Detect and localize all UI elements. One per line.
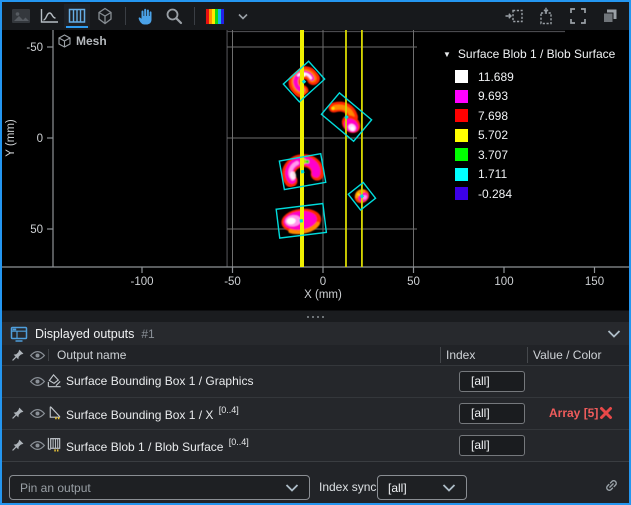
table-row: Surface Bounding Box 1 / Graphics [all] [2, 366, 629, 397]
index-input[interactable]: [all] [459, 403, 525, 424]
legend-swatch [455, 187, 468, 200]
profile-view-icon[interactable] [36, 4, 62, 28]
legend-swatch [455, 129, 468, 142]
panel-badge: #1 [141, 327, 154, 341]
fullscreen-icon[interactable] [565, 4, 591, 28]
svg-text:0: 0 [320, 276, 326, 288]
svg-text:50: 50 [407, 276, 420, 288]
outputs-table-header: Output name Index Value / Color [2, 345, 629, 366]
windows-icon[interactable] [597, 4, 623, 28]
mesh-label: Mesh [76, 34, 107, 48]
legend-swatch [455, 70, 468, 83]
measurement-icon [46, 404, 63, 421]
heatmap-legend: ▼ Surface Blob 1 / Blob Surface 11.689 9.… [417, 40, 629, 232]
legend-entry: 3.707 [455, 145, 629, 165]
svg-text:-100: -100 [130, 276, 153, 288]
displayed-outputs-icon [10, 326, 28, 342]
legend-entry: -0.284 [455, 184, 629, 204]
legend-swatch [455, 109, 468, 122]
index-sync-value: [all] [378, 481, 407, 495]
plot-viewport[interactable]: -100-50050100150X (mm)-50050Y (mm).s{fil… [2, 30, 629, 310]
legend-entry: 5.702 [455, 126, 629, 146]
legend-value: -0.284 [478, 187, 512, 201]
legend-title[interactable]: ▼ Surface Blob 1 / Blob Surface [443, 47, 629, 61]
pin-output-placeholder: Pin an output [10, 481, 91, 495]
collapse-triangle-icon: ▼ [443, 50, 451, 59]
model-view-icon[interactable] [92, 4, 118, 28]
svg-text:-50: -50 [26, 42, 43, 54]
pan-tool-icon[interactable] [133, 4, 159, 28]
value-label: Array [5] [549, 406, 598, 420]
outputs-table: Surface Bounding Box 1 / Graphics[all]Su… [2, 366, 629, 461]
output-name: Surface Bounding Box 1 / Graphics [66, 374, 253, 388]
zoom-tool-icon[interactable] [161, 4, 187, 28]
svg-text:0: 0 [37, 133, 43, 145]
close-icon[interactable] [599, 406, 613, 420]
view-tools-group [8, 4, 256, 28]
legend-value: 9.693 [478, 89, 508, 103]
chevron-down-icon [442, 484, 466, 492]
svg-text:-50: -50 [224, 276, 241, 288]
legend-entry: 11.689 [455, 67, 629, 87]
graphics-icon [46, 372, 63, 389]
legend-title-text: Surface Blob 1 / Blob Surface [458, 47, 615, 61]
image-view-icon[interactable] [8, 4, 34, 28]
svg-text:150: 150 [585, 276, 604, 288]
heightmap-view-icon[interactable] [64, 4, 90, 28]
index-sync-dropdown[interactable]: [all] [377, 475, 467, 500]
mesh-icon [58, 34, 71, 48]
column-value-color: Value / Color [533, 348, 601, 362]
legend-entry: 1.711 [455, 165, 629, 185]
pin-icon[interactable] [11, 406, 25, 420]
svg-text:50: 50 [30, 224, 43, 236]
table-row: Surface Blob 1 / Blob Surface [0..4] [all… [2, 429, 629, 461]
pin-output-dropdown[interactable]: Pin an output [9, 475, 310, 500]
legend-value: 1.711 [478, 167, 507, 181]
panel-splitter[interactable] [2, 310, 629, 322]
legend-value: 7.698 [478, 109, 508, 123]
svg-text:X (mm): X (mm) [304, 289, 342, 301]
legend-entry: 7.698 [455, 106, 629, 126]
column-output-name: Output name [57, 348, 126, 362]
visibility-column-icon [29, 350, 46, 361]
fit-height-icon[interactable] [533, 4, 559, 28]
toolbar [2, 2, 629, 30]
toolbar-separator [125, 7, 126, 25]
collapse-panel-chevron-icon[interactable] [607, 330, 621, 338]
eye-icon[interactable] [29, 440, 46, 451]
surface-icon [46, 436, 63, 453]
mesh-overlay: Mesh [58, 34, 107, 48]
layout-tools-group [501, 4, 623, 28]
pin-column-icon [11, 348, 25, 362]
legend-entry: 9.693 [455, 87, 629, 107]
outputs-footer: Pin an output Index sync [all] [2, 461, 629, 503]
output-name: Surface Bounding Box 1 / X [0..4] [66, 406, 239, 422]
column-index: Index [446, 348, 475, 362]
legend-value: 11.689 [478, 70, 514, 84]
legend-value: 3.707 [478, 148, 508, 162]
panel-title: Displayed outputs [35, 327, 134, 341]
index-input[interactable]: [all] [459, 371, 525, 392]
legend-swatch [455, 148, 468, 161]
caret-down-icon[interactable] [230, 4, 256, 28]
fit-width-icon[interactable] [501, 4, 527, 28]
svg-text:Y (mm): Y (mm) [5, 119, 17, 157]
pin-icon[interactable] [11, 438, 25, 452]
svg-text:100: 100 [494, 276, 513, 288]
legend-swatch [455, 168, 468, 181]
link-icon[interactable] [603, 477, 620, 494]
eye-icon[interactable] [29, 376, 46, 387]
outputs-panel-header: Displayed outputs #1 [2, 322, 629, 345]
toolbar-separator [194, 7, 195, 25]
legend-value: 5.702 [478, 128, 508, 142]
eye-icon[interactable] [29, 408, 46, 419]
chevron-down-icon [285, 484, 309, 492]
index-sync-label: Index sync [319, 480, 376, 494]
output-name: Surface Blob 1 / Blob Surface [0..4] [66, 438, 249, 454]
index-input[interactable]: [all] [459, 435, 525, 456]
palette-icon[interactable] [202, 4, 228, 28]
viewer-window: -100-50050100150X (mm)-50050Y (mm).s{fil… [0, 0, 631, 505]
legend-swatch [455, 90, 468, 103]
table-row: Surface Bounding Box 1 / X [0..4] [all] Ar… [2, 397, 629, 429]
